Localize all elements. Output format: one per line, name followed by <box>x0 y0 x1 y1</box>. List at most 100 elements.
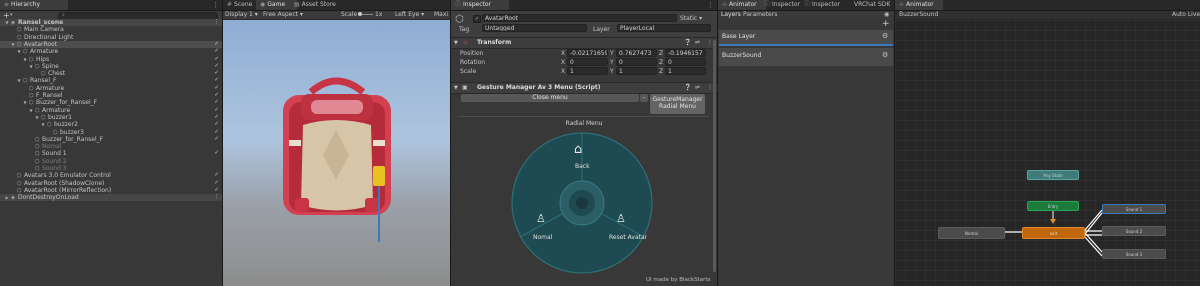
hierarchy-item[interactable]: ⬡ AvatarRoot (ShadowClone) ✓ <box>0 180 222 187</box>
radial-nomal-label[interactable]: Nomal <box>533 234 552 241</box>
transform-z-field[interactable]: 1 <box>665 67 706 75</box>
transform-z-field[interactable]: -0.1946157 <box>665 49 706 57</box>
transform-x-field[interactable]: 0 <box>567 58 608 66</box>
transform-y-field[interactable]: 1 <box>616 67 657 75</box>
nomal-icon[interactable]: ♙ <box>536 212 546 225</box>
tab-vrchat-sdk[interactable]: VRChat SDK <box>850 0 894 10</box>
visibility-check-icon[interactable]: ✓ <box>214 92 219 99</box>
hierarchy-item[interactable]: ▼ ⬡ Hips ✓ <box>0 56 222 63</box>
menu-kebab-icon[interactable]: ⋮ <box>214 19 220 26</box>
hierarchy-item[interactable]: ▶ ◈ DontDestroyOnLoad ⋮ <box>0 194 222 202</box>
hierarchy-item[interactable]: ▼ ◈ Ransel_scene ⋮ <box>0 19 222 27</box>
visibility-check-icon[interactable]: ✓ <box>214 63 219 70</box>
hierarchy-item[interactable]: ⬡ Avatars 3.0 Emulator Control ✓ <box>0 172 222 179</box>
visibility-check-icon[interactable]: ✓ <box>214 180 219 187</box>
static-toggle[interactable]: Static ▾ <box>680 15 702 22</box>
eye-icon[interactable]: ◉ <box>884 11 889 19</box>
transform-z-field[interactable]: 0 <box>665 58 706 66</box>
transform-y-field[interactable]: 0 <box>616 58 657 66</box>
visibility-check-icon[interactable]: ✓ <box>214 99 219 106</box>
radial-reset-label[interactable]: Reset Avatar <box>609 234 647 241</box>
visibility-check-icon[interactable]: ✓ <box>214 85 219 92</box>
hierarchy-item[interactable]: ⬡ Buzzer_for_Ransel_F ✓ <box>0 136 222 143</box>
minus-button[interactable]: - <box>640 94 648 102</box>
tab-hierarchy[interactable]: ≡ Hierarchy <box>0 0 68 10</box>
add-layer-button[interactable]: + <box>882 19 890 29</box>
visibility-check-icon[interactable]: ✓ <box>214 70 219 77</box>
gear-icon[interactable]: ⚙ <box>882 32 888 40</box>
back-icon[interactable]: ⌂ <box>574 142 582 157</box>
visibility-check-icon[interactable]: ✓ <box>214 107 219 114</box>
hierarchy-item[interactable]: ▼ ⬡ Buzzer_for_Ransel_F ✓ <box>0 99 222 106</box>
transform-y-field[interactable]: 0.7627473 <box>616 49 657 57</box>
menu-kebab-icon[interactable]: ⋮ <box>214 194 220 201</box>
visibility-check-icon[interactable]: ✓ <box>214 48 219 55</box>
auto-live-toggle[interactable]: Auto Live <box>1172 11 1200 19</box>
radial-menu[interactable] <box>451 128 717 278</box>
hierarchy-item[interactable]: ⬡ buzzer3 ✓ <box>0 129 222 136</box>
tab-layers[interactable]: Layers <box>721 11 741 19</box>
gear-icon[interactable]: ⚙ <box>882 51 888 59</box>
tab-inspector-3[interactable]: ⓘ Inspector <box>800 0 846 10</box>
node-sound1[interactable]: Sound 1 <box>1102 204 1166 214</box>
transform-x-field[interactable]: -0.02171659 <box>567 49 608 57</box>
transform-x-field[interactable]: 1 <box>567 67 608 75</box>
hierarchy-item[interactable]: ⬡ F_Ransel ✓ <box>0 92 222 99</box>
tab-asset-store[interactable]: ▤ Asset Store <box>290 0 353 10</box>
visibility-check-icon[interactable]: ✓ <box>214 121 219 128</box>
hierarchy-item[interactable]: ⬡ Directional Light <box>0 34 222 41</box>
visibility-check-icon[interactable]: ✓ <box>214 129 219 136</box>
gesture-manager-header[interactable]: ▼ ▣ Gesture Manager Av 3 Menu (Script) ❔… <box>451 82 717 94</box>
scrollbar[interactable] <box>713 40 716 272</box>
maximize-toggle[interactable]: Maxi <box>434 11 448 19</box>
hierarchy-item[interactable]: ▼ ⬡ AvatarRoot ✓ <box>0 40 222 49</box>
display-dropdown[interactable]: Display 1 ▾ <box>225 11 258 19</box>
tab-inspector[interactable]: ⓘ Inspector <box>451 0 509 10</box>
tag-dropdown[interactable]: Untagged <box>482 24 587 32</box>
presets-icon[interactable]: ⇌ <box>695 83 700 93</box>
aspect-dropdown[interactable]: Free Aspect ▾ <box>263 11 303 19</box>
radial-back-label[interactable]: Back <box>575 163 590 170</box>
visibility-check-icon[interactable]: ✓ <box>214 172 219 179</box>
tab-animator-graph[interactable]: ⊹ Animator <box>895 0 943 10</box>
visibility-check-icon[interactable]: ✓ <box>214 41 219 48</box>
node-sound2[interactable]: Sound 2 <box>1102 226 1166 236</box>
hierarchy-item[interactable]: ⬡ Main Camera <box>0 26 222 33</box>
hierarchy-item[interactable]: ⬡ AvatarRoot (MirrorReflection) ✓ <box>0 187 222 194</box>
hierarchy-item[interactable]: ⬡ Sound 2 <box>0 158 222 165</box>
scale-slider-handle[interactable] <box>358 12 362 16</box>
visibility-check-icon[interactable]: ✓ <box>214 56 219 63</box>
active-checkbox[interactable]: ✓ <box>473 15 481 23</box>
hierarchy-item[interactable]: ⬡ Chest ✓ <box>0 70 222 77</box>
layer-buzzer[interactable]: BuzzerSound ⚙ <box>719 48 893 66</box>
layer-base[interactable]: Base Layer ⚙ <box>719 30 893 46</box>
node-exit-active[interactable]: exit <box>1022 227 1085 239</box>
menu-kebab-icon[interactable]: ⋮ <box>212 1 219 9</box>
help-icon[interactable]: ❔ <box>684 83 691 93</box>
visibility-check-icon[interactable]: ✓ <box>214 150 219 157</box>
tab-parameters[interactable]: Parameters <box>743 11 777 19</box>
hierarchy-item[interactable]: ▼ ⬡ buzzer2 ✓ <box>0 121 222 128</box>
visibility-check-icon[interactable]: ✓ <box>214 136 219 143</box>
node-nomal[interactable]: Nomal <box>938 227 1005 239</box>
help-icon[interactable]: ❔ <box>684 38 691 48</box>
visibility-check-icon[interactable]: ✓ <box>214 187 219 194</box>
hierarchy-item[interactable]: ▼ ⬡ Spine ✓ <box>0 63 222 70</box>
visibility-check-icon[interactable]: ✓ <box>214 77 219 84</box>
graph-canvas[interactable]: Any State Entry Nomal exit Sound 1 Sound… <box>895 20 1200 286</box>
hierarchy-item[interactable]: ⬡ Sound 1 ✓ <box>0 150 222 157</box>
hierarchy-item[interactable]: ▼ ⬡ Ransel_F ✓ <box>0 77 222 84</box>
hierarchy-item[interactable]: ⬡ Armature ✓ <box>0 85 222 92</box>
node-sound3[interactable]: Sound 3 <box>1102 249 1166 259</box>
node-entry[interactable]: Entry <box>1027 201 1079 211</box>
object-name-field[interactable]: AvatarRoot <box>482 14 677 22</box>
menu-kebab-icon[interactable]: ⋮ <box>707 1 714 9</box>
hierarchy-item[interactable]: ⬡ Sound 3 <box>0 165 222 172</box>
hierarchy-item[interactable]: ▼ ⬡ Armature ✓ <box>0 48 222 55</box>
breadcrumb[interactable]: BuzzerSound <box>899 11 938 19</box>
visibility-check-icon[interactable]: ✓ <box>214 114 219 121</box>
close-menu-button[interactable]: Close menu <box>461 94 639 102</box>
tab-animator[interactable]: ⊹ Animator <box>718 0 766 10</box>
eye-dropdown[interactable]: Left Eye ▾ <box>395 11 424 19</box>
game-viewport[interactable] <box>223 20 450 286</box>
